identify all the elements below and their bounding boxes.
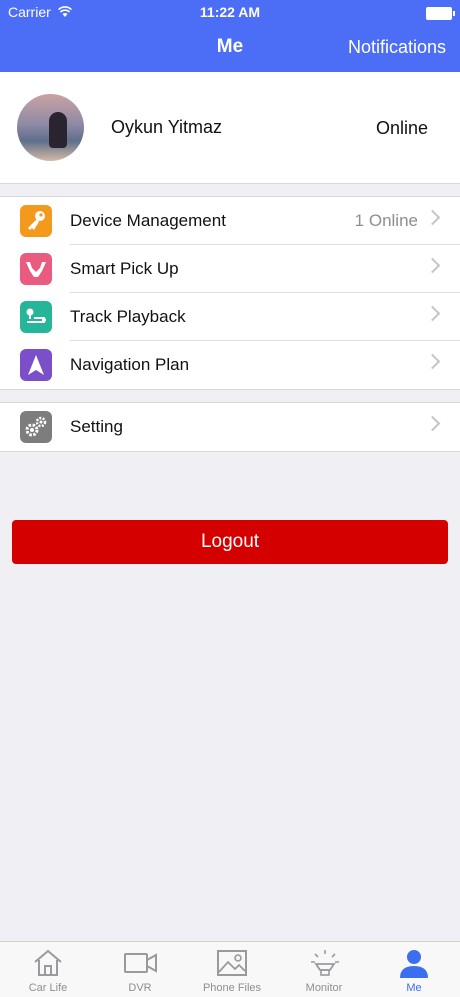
menu-label: Navigation Plan: [70, 355, 190, 374]
menu-group-main: Device Management 1 Online Smart Pick Up…: [0, 196, 460, 390]
chevron-right-icon: [424, 353, 441, 370]
tab-car-life[interactable]: Car Life: [2, 942, 94, 997]
chevron-right-icon: [424, 209, 441, 226]
tab-label: Phone Files: [202, 982, 262, 994]
chevron-right-icon: [424, 257, 441, 274]
navigation-arrow-icon: [20, 349, 52, 381]
gears-icon: [20, 411, 52, 443]
chevron-right-icon: [424, 415, 441, 432]
video-camera-icon: [124, 953, 157, 973]
tab-label: Me: [406, 982, 422, 994]
menu-label: Device Management: [70, 211, 226, 230]
house-icon: [34, 949, 62, 976]
avatar: [17, 94, 84, 161]
tab-label: Monitor: [305, 982, 343, 994]
tab-me[interactable]: Me: [368, 942, 460, 997]
route-icon: [20, 301, 52, 333]
profile-name: Oykun Yitmaz: [111, 117, 223, 137]
image-icon: [217, 950, 247, 976]
tab-phone-files[interactable]: Phone Files: [186, 942, 278, 997]
menu-label: Track Playback: [70, 307, 186, 326]
tab-bar: Car Life DVR Phone Files Monitor Me: [0, 941, 460, 997]
menu-label: Smart Pick Up: [70, 259, 179, 278]
menu-item-smart-pick-up[interactable]: Smart Pick Up: [0, 245, 460, 293]
chevron-right-icon: [424, 305, 441, 322]
profile-status: Online: [375, 118, 428, 138]
menu-label: Setting: [70, 417, 123, 436]
tab-label: Car Life: [28, 982, 68, 994]
menu-item-track-playback[interactable]: Track Playback: [0, 293, 460, 341]
status-bar: Carrier 11:22 AM: [0, 4, 460, 22]
tab-dvr[interactable]: DVR: [94, 942, 186, 997]
menu-item-device-management[interactable]: Device Management 1 Online: [0, 197, 460, 245]
person-icon: [400, 950, 428, 978]
hands-icon: [20, 253, 52, 285]
battery-icon: [426, 7, 455, 20]
lamp-icon: [311, 950, 339, 976]
clock: 11:22 AM: [199, 4, 261, 20]
nav-header: Carrier 11:22 AM Me Notifications: [0, 0, 460, 72]
tab-monitor[interactable]: Monitor: [278, 942, 370, 997]
key-icon: [20, 205, 52, 237]
logout-button[interactable]: Logout: [12, 520, 448, 564]
tab-label: DVR: [128, 982, 152, 994]
notifications-button[interactable]: Notifications: [348, 37, 446, 58]
menu-item-navigation-plan[interactable]: Navigation Plan: [0, 341, 460, 389]
profile-card[interactable]: Oykun Yitmaz Online: [0, 72, 460, 184]
menu-group-settings: Setting: [0, 402, 460, 452]
device-online-count: 1 Online: [354, 211, 418, 230]
menu-item-setting[interactable]: Setting: [0, 403, 460, 451]
